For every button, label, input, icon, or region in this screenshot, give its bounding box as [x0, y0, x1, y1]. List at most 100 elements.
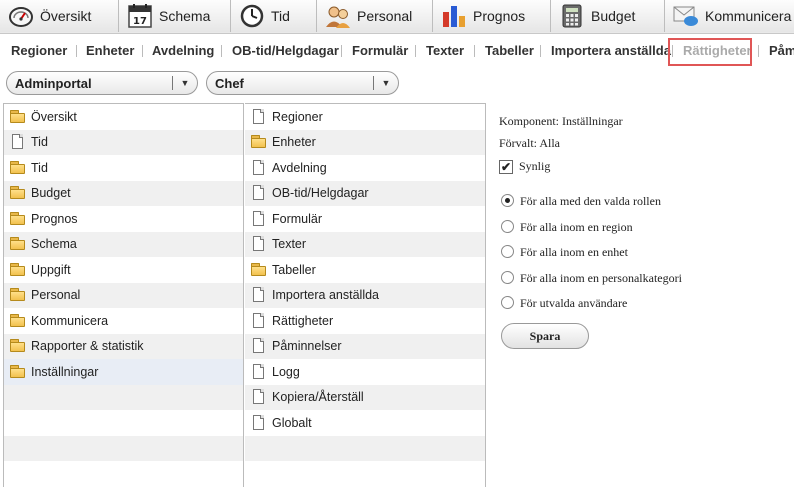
gauge-icon: [8, 4, 34, 28]
envelope-icon: [673, 4, 699, 28]
submenu-separator: [540, 45, 541, 57]
folder-icon: [9, 237, 27, 251]
tree-item[interactable]: Tid: [4, 129, 243, 155]
tree-item[interactable]: Prognos: [4, 206, 243, 232]
empty-row: [4, 410, 243, 436]
role-select[interactable]: Chef ▼: [206, 71, 399, 95]
role-select-value: Chef: [215, 75, 244, 91]
radio-all-in-unit[interactable]: [501, 245, 514, 258]
chevron-down-icon: ▼: [180, 78, 190, 88]
list-item[interactable]: Kopiera/Återställ: [245, 384, 485, 410]
tab-budget[interactable]: Budget: [551, 0, 665, 32]
tree-item-selected[interactable]: Inställningar: [4, 359, 243, 385]
radio-all-with-role[interactable]: [501, 194, 514, 207]
submenu-enheter[interactable]: Enheter: [86, 43, 134, 58]
list-item[interactable]: Tabeller: [245, 257, 485, 283]
list-item[interactable]: Formulär: [245, 206, 485, 232]
people-icon: [325, 4, 351, 28]
save-button[interactable]: Spara: [501, 323, 589, 349]
component-list-panel: Regioner Enheter Avdelning OB-tid/Helgda…: [245, 103, 486, 487]
tree-item[interactable]: Uppgift: [4, 257, 243, 283]
page-icon: [250, 414, 268, 430]
list-item-label: Texter: [272, 237, 307, 252]
submenu-texter[interactable]: Texter: [426, 43, 464, 58]
empty-row: [245, 435, 485, 461]
radio-label: För utvalda användare: [520, 296, 628, 310]
visible-checkbox[interactable]: ✔: [499, 160, 513, 174]
list-item-label: Kopiera/Återställ: [272, 390, 364, 405]
submenu-paminnelser[interactable]: Påm: [769, 43, 794, 58]
radio-label: För alla med den valda rollen: [520, 194, 661, 208]
tab-label: Personal: [357, 8, 413, 24]
tab-kommunicera[interactable]: Kommunicera: [665, 0, 794, 32]
submenu-separator: [221, 45, 222, 57]
page-icon: [250, 185, 268, 201]
tree-item-label: Schema: [31, 237, 77, 252]
radio-all-in-region[interactable]: [501, 220, 514, 233]
list-item[interactable]: OB-tid/Helgdagar: [245, 180, 485, 206]
radio-all-in-staff-category[interactable]: [501, 271, 514, 284]
tab-prognos[interactable]: Prognos: [433, 0, 551, 32]
portal-select[interactable]: Adminportal ▼: [6, 71, 198, 95]
portal-select-value: Adminportal: [15, 75, 92, 91]
tree-item[interactable]: Tid: [4, 155, 243, 181]
page-icon: [250, 108, 268, 124]
tree-item-label: Översikt: [31, 109, 77, 124]
tab-personal[interactable]: Personal: [317, 0, 433, 32]
highlight-annotation: [668, 38, 752, 66]
tab-oversikt[interactable]: Översikt: [0, 0, 119, 32]
folder-icon: [9, 313, 27, 328]
tab-schema[interactable]: 17 Schema: [119, 0, 231, 32]
submenu-separator: [142, 45, 143, 57]
list-item[interactable]: Logg: [245, 359, 485, 385]
tree-item-label: Uppgift: [31, 262, 71, 277]
visible-label: Synlig: [519, 159, 551, 173]
submenu-ob-tid[interactable]: OB-tid/Helgdagar: [232, 43, 339, 58]
calendar-badge: 17: [133, 16, 147, 27]
list-item[interactable]: Avdelning: [245, 155, 485, 181]
calendar-icon: 17: [127, 4, 153, 28]
checkmark-icon: ✔: [500, 160, 512, 174]
submenu-avdelning[interactable]: Avdelning: [152, 43, 214, 58]
clock-icon: [239, 4, 265, 28]
submenu-separator: [341, 45, 342, 57]
tree-item[interactable]: Schema: [4, 231, 243, 257]
list-item[interactable]: Enheter: [245, 129, 485, 155]
tree-item-label: Budget: [31, 186, 71, 201]
submenu-importera[interactable]: Importera anställda: [551, 43, 671, 58]
submenu-tabeller[interactable]: Tabeller: [485, 43, 534, 58]
empty-row: [4, 384, 243, 410]
empty-row: [4, 435, 243, 461]
folder-open-icon: [9, 364, 27, 379]
chevron-down-icon: ▼: [381, 78, 391, 88]
tab-tid[interactable]: Tid: [231, 0, 317, 32]
empty-row: [245, 461, 485, 487]
folder-icon: [9, 211, 27, 226]
tab-label: Tid: [271, 8, 290, 24]
tree-item-label: Rapporter & statistik: [31, 339, 144, 354]
tree-item[interactable]: Budget: [4, 180, 243, 206]
list-item[interactable]: Importera anställda: [245, 282, 485, 308]
folder-icon: [9, 262, 27, 277]
submenu-separator: [76, 45, 77, 57]
list-item[interactable]: Globalt: [245, 410, 485, 436]
permissions-settings-panel: Komponent: Inställningar Förvalt: Alla ✔…: [487, 103, 794, 487]
radio-label: För alla inom en enhet: [520, 245, 628, 259]
tree-item[interactable]: Rapporter & statistik: [4, 333, 243, 359]
tab-label: Översikt: [40, 8, 92, 24]
list-item[interactable]: Påminnelser: [245, 333, 485, 359]
default-label: Förvalt: Alla: [499, 136, 560, 150]
radio-selected-users[interactable]: [501, 296, 514, 309]
tree-item-label: Personal: [31, 288, 81, 303]
list-item[interactable]: Rättigheter: [245, 308, 485, 334]
radio-label: För alla inom en personalkategori: [520, 271, 682, 285]
list-item[interactable]: Texter: [245, 231, 485, 257]
submenu-regioner[interactable]: Regioner: [11, 43, 67, 58]
tree-item[interactable]: Översikt: [4, 104, 243, 130]
tree-item[interactable]: Personal: [4, 282, 243, 308]
submenu-formular[interactable]: Formulär: [352, 43, 408, 58]
tab-label: Kommunicera: [705, 8, 792, 24]
list-item[interactable]: Regioner: [245, 104, 485, 130]
bar-chart-icon: [441, 4, 467, 28]
tree-item[interactable]: Kommunicera: [4, 308, 243, 334]
